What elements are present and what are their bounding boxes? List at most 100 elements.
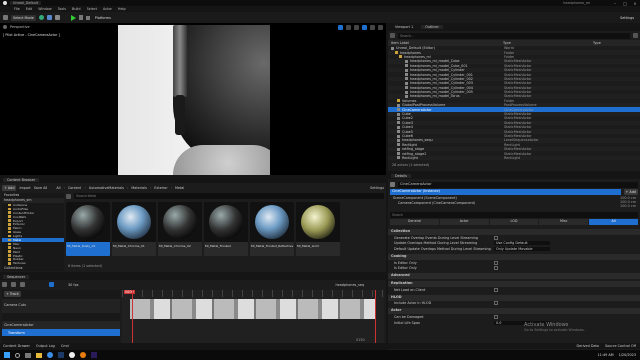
save-icon[interactable]	[3, 15, 8, 20]
content-drawer-button[interactable]: Content Drawer	[3, 344, 30, 348]
cb-import-button[interactable]: Import	[19, 186, 30, 190]
seq-timeline[interactable]: 0000 0150	[122, 290, 384, 346]
folder-item[interactable]: Textures	[2, 261, 64, 265]
add-content-icon[interactable]	[38, 15, 44, 20]
viewport-menu-icon[interactable]	[3, 25, 7, 29]
seq-track[interactable]: CineCameraActor	[2, 321, 120, 329]
filter-tab-lod[interactable]: LOD	[489, 219, 539, 225]
search-icon[interactable]	[15, 352, 20, 358]
details-add-button[interactable]: + Add	[623, 189, 638, 195]
seq-render-icon[interactable]	[20, 282, 25, 287]
details-section-header[interactable]: Advanced	[388, 272, 640, 279]
close-icon[interactable]: ×	[630, 1, 640, 6]
platforms-button[interactable]: Platforms	[93, 15, 113, 21]
asset-tile[interactable]: MI_Metal_Chrome_02	[158, 202, 202, 256]
outliner-add-icon[interactable]	[390, 33, 395, 38]
blueprint-icon[interactable]	[46, 15, 52, 20]
breadcrumb-item[interactable]: AutomotiveMaterials	[89, 186, 124, 190]
asset-tile[interactable]: MI_Metal_Gold	[296, 202, 340, 256]
output-log-button[interactable]: Output Log	[36, 344, 55, 348]
menu-item-select[interactable]: Select	[87, 7, 97, 11]
play-button[interactable]	[70, 14, 76, 21]
column-type[interactable]: Type	[503, 41, 593, 45]
scale-tool-icon[interactable]	[354, 24, 359, 30]
cmd-input[interactable]: Cmd	[61, 344, 69, 348]
property-checkbox[interactable]	[494, 260, 498, 265]
column-item-label[interactable]: Item Label	[391, 41, 503, 45]
unreal-taskbar-icon[interactable]	[69, 352, 75, 358]
property-checkbox[interactable]	[494, 235, 498, 240]
outliner-row[interactable]: RectLight RectLight	[388, 155, 640, 161]
snap-icon[interactable]	[362, 24, 367, 30]
perspective-button[interactable]: Perspective	[10, 25, 30, 29]
details-search-input[interactable]	[390, 212, 638, 218]
menu-item-window[interactable]: Window	[38, 7, 51, 11]
mode-dropdown[interactable]: Select Mode	[11, 14, 36, 21]
browser-icon[interactable]	[47, 352, 53, 358]
property-checkbox[interactable]	[494, 314, 498, 319]
asset-tile[interactable]: MI_Metal_Chrome_01	[112, 202, 156, 256]
breadcrumb-item[interactable]: Exterior	[154, 186, 167, 190]
seq-add-track-button[interactable]: + Track	[4, 290, 21, 297]
breadcrumb-item[interactable]: Materials	[131, 186, 147, 190]
seq-track[interactable]: Camera Cuts	[2, 299, 120, 313]
cinematics-icon[interactable]	[54, 15, 60, 20]
level-tab[interactable]: Unreal_Default	[10, 1, 42, 5]
source-control-button[interactable]: Source Control Off	[605, 344, 636, 348]
stop-button[interactable]	[85, 15, 90, 20]
property-checkbox[interactable]	[494, 301, 498, 306]
minimize-icon[interactable]: –	[610, 1, 620, 6]
maximize-icon[interactable]: □	[620, 1, 630, 6]
seq-save-icon[interactable]	[2, 282, 7, 287]
cb-add-button[interactable]: + Add	[2, 184, 17, 191]
seq-fps[interactable]: 30 fps	[68, 283, 79, 287]
rotate-tool-icon[interactable]	[346, 24, 351, 30]
menu-item-edit[interactable]: Edit	[26, 7, 33, 11]
viewport[interactable]: Perspective [ Pilot Active - CineCameraA…	[0, 23, 386, 175]
breadcrumb-item[interactable]: Content	[68, 186, 82, 190]
tab-outliner[interactable]: Outliner	[421, 25, 443, 29]
seq-camera-icon[interactable]	[11, 282, 16, 287]
menu-item-tools[interactable]: Tools	[58, 7, 66, 11]
step-button[interactable]	[78, 15, 83, 20]
seq-key-icon[interactable]	[49, 282, 54, 287]
outliner-search-input[interactable]	[398, 32, 630, 39]
cb-filter-icon[interactable]	[66, 193, 71, 199]
tab-viewport-1[interactable]: Viewport 1	[391, 25, 417, 29]
derived-data-button[interactable]: Derived Data	[576, 344, 598, 348]
cb-search-input[interactable]	[74, 193, 384, 199]
breadcrumb-item[interactable]: All	[56, 186, 60, 190]
property-value[interactable]: Use Config Default	[494, 241, 550, 246]
viewport-options-icon[interactable]	[378, 24, 383, 30]
tab-details[interactable]: Details	[391, 173, 411, 178]
tab-sequencer[interactable]: Sequencer	[3, 274, 30, 279]
blender-icon[interactable]	[80, 352, 86, 358]
property-checkbox[interactable]	[494, 266, 498, 271]
asset-tile[interactable]: MI_Metal_Rusty_01	[66, 202, 110, 256]
explorer-icon[interactable]	[36, 352, 42, 358]
property-value[interactable]: Only Update Movable	[494, 246, 550, 251]
filter-tab-actor[interactable]: Actor	[439, 219, 489, 225]
details-instance[interactable]: CineCameraActor (Instance)	[390, 189, 621, 195]
collections-header[interactable]: Collections	[4, 266, 23, 270]
filter-tab-general[interactable]: General	[390, 219, 439, 225]
grid-size-icon[interactable]	[370, 24, 375, 30]
property-checkbox[interactable]	[494, 287, 498, 292]
tab-content-browser[interactable]: Content Browser	[3, 177, 40, 182]
filter-tab-all[interactable]: All	[589, 219, 638, 225]
filter-icon[interactable]	[633, 33, 638, 38]
premiere-icon[interactable]	[91, 352, 97, 358]
details-actor-name[interactable]: CineCameraActor	[398, 181, 638, 188]
menu-item-build[interactable]: Build	[72, 7, 81, 11]
menu-item-help[interactable]: Help	[118, 7, 126, 11]
settings-button[interactable]: Settings	[618, 15, 636, 21]
filter-tab-misc[interactable]: Misc	[539, 219, 589, 225]
asset-tile[interactable]: MI_Metal_Frosted_Reflective	[250, 202, 294, 256]
menu-item-actor[interactable]: Actor	[103, 7, 112, 11]
asset-tile[interactable]: MI_Metal_Frosted	[204, 202, 248, 256]
translate-tool-icon[interactable]	[338, 24, 343, 30]
menu-item-file[interactable]: File	[14, 7, 20, 11]
column-type-2[interactable]: Type	[593, 41, 601, 45]
cb-settings-button[interactable]: Settings	[370, 186, 384, 190]
breadcrumb-item[interactable]: Metal	[175, 186, 184, 190]
